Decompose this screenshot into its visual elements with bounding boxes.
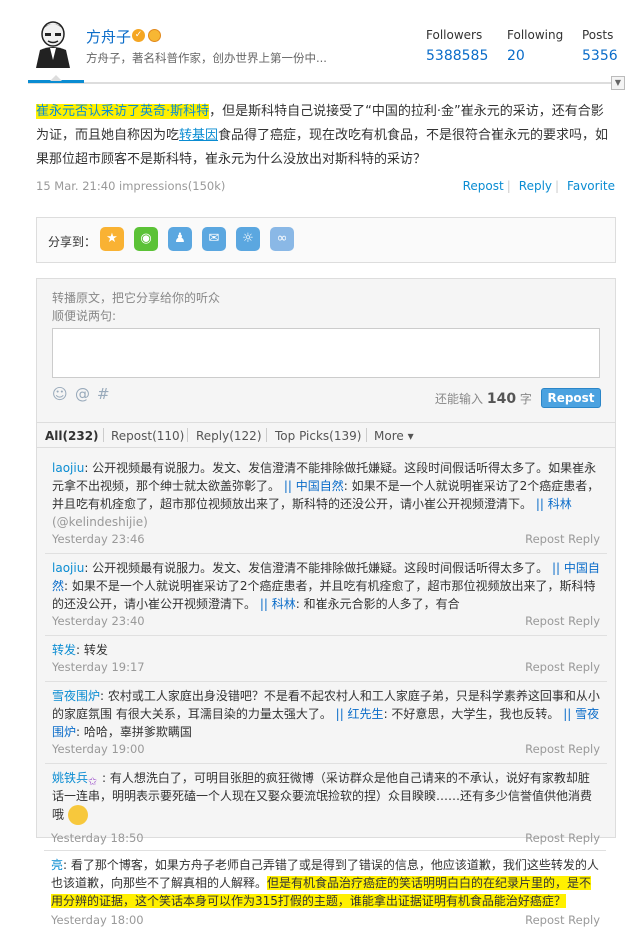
verified-icon: ✓ — [132, 29, 145, 42]
post-actions: Repost | Reply | Favorite — [462, 179, 615, 193]
comment-mention[interactable]: || 红先生 — [336, 707, 384, 721]
hashtag-icon[interactable]: # — [97, 385, 110, 403]
vip-icon: ✩ — [88, 774, 98, 788]
comment-time: Yesterday 19:00 — [52, 742, 145, 756]
post-highlighted-text[interactable]: 崔永元否认采访了英奇·斯科特 — [36, 104, 210, 119]
star-icon[interactable]: ★ — [100, 227, 124, 251]
emoji-face-icon — [67, 805, 88, 825]
comment-divider — [45, 553, 607, 554]
posts-label: Posts — [582, 28, 614, 42]
comment-item: 雪夜围炉: 农村或工人家庭出身没错吧？不是看不起农村人和工人家庭子弟，只是科学素… — [52, 689, 600, 739]
medal-icon — [148, 29, 161, 42]
comment-mention[interactable]: || 科林 — [536, 497, 572, 511]
comment-divider — [45, 635, 607, 636]
repost-textarea[interactable] — [52, 328, 600, 378]
comment-mention[interactable]: || 科林 — [260, 597, 296, 611]
comment-actions[interactable]: Repost Reply — [525, 742, 600, 756]
reply-link[interactable]: Reply — [519, 179, 552, 193]
username[interactable]: 方舟子 — [86, 26, 131, 47]
tab-repost[interactable]: Repost(110) — [111, 429, 184, 443]
avatar[interactable] — [32, 18, 74, 68]
followers-count[interactable]: 5388585 — [426, 48, 488, 64]
mention-icon[interactable]: @ — [75, 385, 90, 403]
following-label: Following — [507, 28, 564, 42]
comment-item: laojiu: 公开视频最有说服力。发文、发信澄清不能排除做托嫌疑。这段时间假话… — [52, 461, 600, 529]
char-count-value: 140 — [486, 391, 517, 407]
tab-all[interactable]: All(232) — [45, 429, 99, 443]
emoji-icon[interactable]: ☺ — [52, 385, 68, 403]
favorite-link[interactable]: Favorite — [567, 179, 615, 193]
topic-link[interactable]: 转基因 — [179, 128, 218, 143]
repost-hint-line2: 顺便说两句: — [52, 309, 117, 323]
repost-hint-line1: 转播原文，把它分享给你的听众 — [52, 291, 221, 305]
pointer-notch — [50, 75, 62, 81]
qq-icon[interactable]: ♟ — [168, 227, 192, 251]
posts-count[interactable]: 5356 — [582, 48, 618, 64]
followers-stat[interactable]: Followers 5388585 — [426, 28, 488, 64]
comment-tabs: All(232) Repost(110) Reply(122) Top Pick… — [37, 422, 615, 448]
repost-and-comments-panel: 转播原文，把它分享给你的听众 顺便说两句: ☺ @ # 还能输入 140 字 R… — [36, 278, 616, 838]
comment-actions[interactable]: Repost Reply — [525, 660, 600, 674]
comment-item: laojiu: 公开视频最有说服力。发文、发信澄清不能排除做托嫌疑。这段时间假话… — [52, 561, 600, 611]
comment-item: 亮: 看了那个博客，如果方舟子老师自己弄错了或是得到了错误的信息，他应该道歉，我… — [51, 858, 599, 908]
tab-more[interactable]: More ▾ — [374, 429, 414, 443]
following-count[interactable]: 20 — [507, 48, 563, 64]
repost-button[interactable]: Repost — [541, 388, 601, 408]
dropdown-arrow-icon[interactable]: ▼ — [611, 76, 625, 90]
profile-header: 方舟子 ✓ 方舟子，著名科普作家，创办世界上第一份中... Followers … — [0, 0, 629, 90]
comment-actions[interactable]: Repost Reply — [525, 532, 600, 546]
comment-divider — [44, 850, 606, 851]
comment-time: Yesterday 19:17 — [52, 660, 145, 674]
comment-mention[interactable]: || 中国自然 — [284, 479, 344, 493]
user-bio: 方舟子，著名科普作家，创办世界上第一份中... — [86, 51, 327, 65]
share-label: 分享到： — [48, 235, 97, 249]
tab-top-picks[interactable]: Top Picks(139) — [275, 429, 361, 443]
comment-author[interactable]: 转发 — [52, 643, 76, 657]
comment-author[interactable]: 姚铁兵 — [52, 771, 88, 785]
comment-actions[interactable]: Repost Reply — [525, 831, 600, 845]
comment-actions[interactable]: Repost Reply — [525, 913, 600, 927]
post-body: 崔永元否认采访了英奇·斯科特，但是斯科特自己说接受了“中国的拉利·金”崔永元的采… — [36, 100, 616, 172]
link-icon[interactable]: ∞ — [270, 227, 294, 251]
repost-link[interactable]: Repost — [463, 179, 504, 193]
comment-time: Yesterday 23:46 — [52, 532, 145, 546]
comment-time: Yesterday 23:40 — [52, 614, 145, 628]
repost-hint: 转播原文，把它分享给你的听众 顺便说两句: — [52, 289, 220, 325]
followers-label: Followers — [426, 28, 483, 42]
divider — [28, 82, 616, 84]
qzone-icon[interactable]: ☼ — [236, 227, 260, 251]
comment-author[interactable]: laojiu — [52, 461, 84, 475]
comment-time: Yesterday 18:00 — [51, 913, 144, 927]
comment-author[interactable]: 亮 — [51, 858, 63, 872]
tab-reply[interactable]: Reply(122) — [196, 429, 262, 443]
char-counter: 还能输入 140 字 — [435, 391, 532, 407]
comment-item: 姚铁兵✩: 有人想洗白了，可明目张胆的疯狂微博（采访群众是他自己请来的不承认，说… — [52, 769, 600, 825]
wechat-icon[interactable]: ◉ — [134, 227, 158, 251]
comment-actions[interactable]: Repost Reply — [525, 614, 600, 628]
posts-stat[interactable]: Posts 5356 — [582, 28, 618, 64]
comment-author[interactable]: 雪夜围炉 — [52, 689, 100, 703]
comment-divider — [45, 763, 607, 764]
comment-divider — [45, 681, 607, 682]
post-meta: 15 Mar. 21:40 impressions(150k) — [36, 179, 226, 193]
following-stat[interactable]: Following 20 — [507, 28, 563, 64]
comment-item: 转发: 转发 — [52, 643, 108, 657]
email-icon[interactable]: ✉ — [202, 227, 226, 251]
share-bar: 分享到： ★ ◉ ♟ ✉ ☼ ∞ — [36, 217, 616, 263]
comment-time: Yesterday 18:50 — [51, 831, 144, 845]
comment-author[interactable]: laojiu — [52, 561, 84, 575]
